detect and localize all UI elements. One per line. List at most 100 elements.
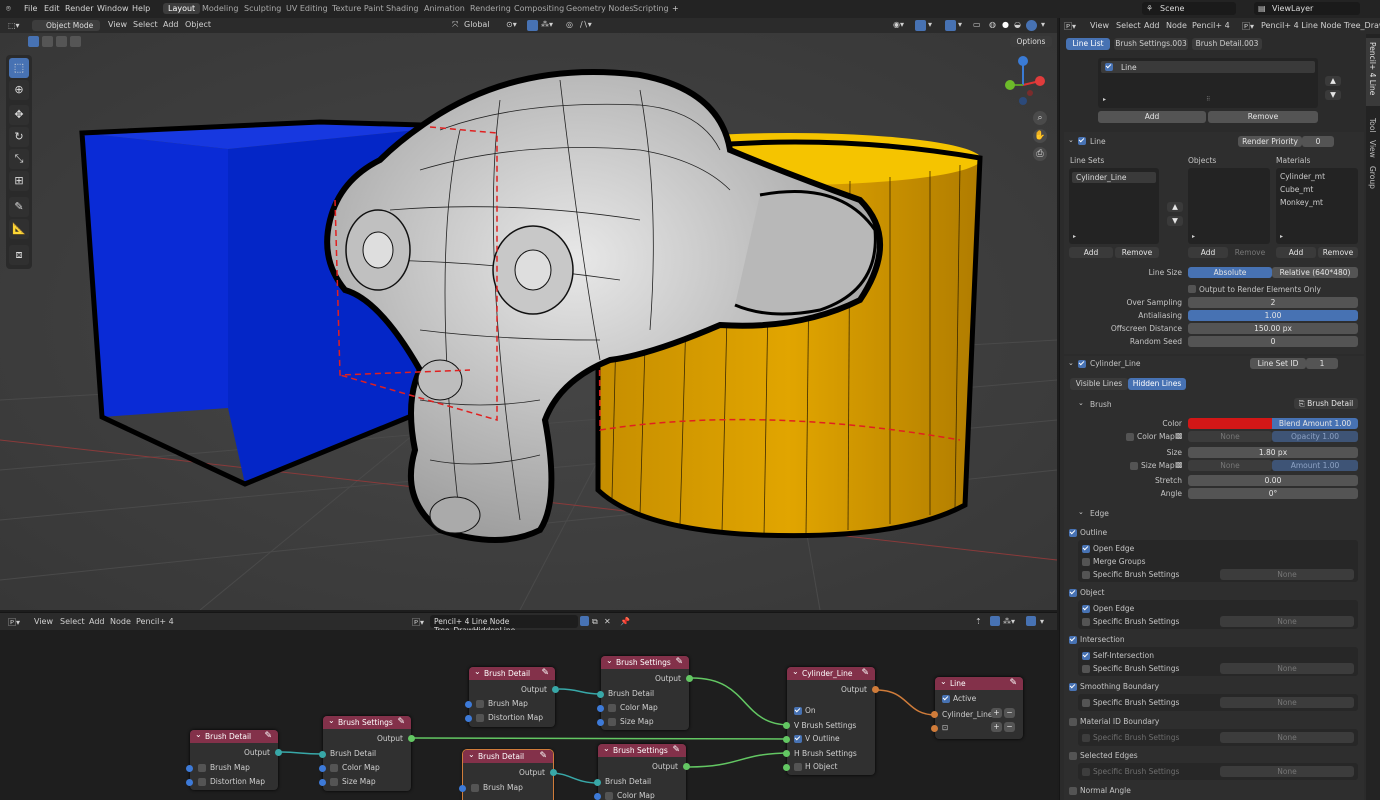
workspace-tab-layout[interactable]: Layout: [163, 3, 201, 14]
falloff-icon[interactable]: ∕∖▾: [580, 20, 592, 29]
output-socket[interactable]: [872, 686, 879, 693]
node-overlay-icon[interactable]: [1026, 616, 1036, 626]
object-checkbox[interactable]: [1069, 589, 1077, 597]
workspace-tab-modeling[interactable]: Modeling: [202, 4, 238, 13]
input-socket[interactable]: [597, 705, 604, 712]
input-socket[interactable]: [186, 765, 193, 772]
node-tree-selector[interactable]: Pencil+ 4 Line Node Tree_DrawHiddenLine: [430, 615, 578, 635]
intersection-brush-field[interactable]: None: [1220, 663, 1354, 674]
brush-collapse-icon[interactable]: ⌄: [1078, 399, 1084, 407]
menu-render[interactable]: Render: [65, 4, 93, 13]
node-cylinder-line[interactable]: Cylinder_Line ✎ Output On V Brush Setting…: [783, 665, 879, 775]
workspace-tab-animation[interactable]: Animation: [424, 4, 465, 13]
list-item[interactable]: Cylinder_mt: [1280, 172, 1325, 181]
tab-brush-detail[interactable]: Brush Detail.003: [1192, 38, 1262, 50]
gizmo-toggle-icon[interactable]: [915, 20, 926, 31]
props-menu-select[interactable]: Select: [1116, 21, 1141, 30]
input-socket[interactable]: [594, 793, 601, 800]
lineset-id-field[interactable]: 1: [1306, 358, 1338, 369]
props-menu-add[interactable]: Add: [1144, 21, 1160, 30]
transform-tool-icon[interactable]: ⊞: [9, 171, 29, 191]
remove-input-button[interactable]: −: [1004, 722, 1015, 732]
move-up-icon[interactable]: ▲: [1325, 76, 1341, 86]
intersection-specific-brush-checkbox[interactable]: [1082, 665, 1090, 673]
select-invert-icon[interactable]: [70, 36, 81, 47]
line-add-button[interactable]: Add: [1098, 111, 1206, 123]
node-menu-pencil[interactable]: Pencil+ 4: [136, 617, 174, 626]
output-socket[interactable]: [552, 686, 559, 693]
color-map-field[interactable]: None: [1188, 431, 1272, 442]
list-item[interactable]: Cube_mt: [1280, 185, 1313, 194]
input-socket[interactable]: [597, 691, 604, 698]
node-menu-view[interactable]: View: [34, 617, 53, 626]
smoothing-specific-brush-checkbox[interactable]: [1082, 699, 1090, 707]
select-extend-icon[interactable]: [42, 36, 53, 47]
objects-list[interactable]: ▸: [1188, 168, 1270, 244]
list-item[interactable]: Cylinder_Line: [1072, 172, 1156, 183]
node-menu-select[interactable]: Select: [60, 617, 85, 626]
edit-pen-icon[interactable]: ✎: [539, 750, 547, 763]
input-socket[interactable]: [459, 785, 466, 792]
zoom-icon[interactable]: ⌕: [1033, 111, 1047, 125]
color-map-checkbox[interactable]: [605, 792, 613, 800]
object-add-button[interactable]: Add: [1188, 247, 1228, 258]
object-remove-button[interactable]: Remove: [1230, 247, 1270, 258]
overlay-toggle-icon[interactable]: [945, 20, 956, 31]
list-item[interactable]: Monkey_mt: [1280, 198, 1323, 207]
select-mode-buttons[interactable]: [28, 36, 90, 47]
offscreen-distance-field[interactable]: 150.00 px: [1188, 323, 1358, 334]
input-socket[interactable]: [783, 764, 790, 771]
visibility-icon[interactable]: ◉▾: [893, 20, 904, 29]
edit-pen-icon[interactable]: ✎: [675, 656, 683, 669]
props-menu-pencil[interactable]: Pencil+ 4: [1192, 21, 1230, 30]
input-socket[interactable]: [783, 750, 790, 757]
workspace-tab-rendering[interactable]: Rendering: [470, 4, 511, 13]
outline-open-edge-checkbox[interactable]: [1082, 545, 1090, 553]
selected-edges-brush-field[interactable]: None: [1220, 766, 1354, 777]
h-object-checkbox[interactable]: [794, 763, 802, 771]
input-socket[interactable]: [319, 779, 326, 786]
overlay-dropdown-icon[interactable]: ▾: [958, 20, 962, 29]
size-map-checkbox[interactable]: [608, 718, 616, 726]
size-field[interactable]: 1.80 px: [1188, 447, 1358, 458]
lineset-remove-button[interactable]: Remove: [1115, 247, 1159, 258]
on-checkbox[interactable]: [794, 707, 802, 715]
input-socket[interactable]: [597, 719, 604, 726]
distortion-map-checkbox[interactable]: [198, 778, 206, 786]
edge-collapse-icon[interactable]: ⌄: [1078, 508, 1084, 516]
input-socket[interactable]: [319, 751, 326, 758]
props-tree-type-icon[interactable]: 🄿▾: [1242, 21, 1254, 32]
workspace-tab-uv-editing[interactable]: UV Editing: [286, 4, 328, 13]
line-sets-list[interactable]: Cylinder_Line ▸: [1069, 168, 1159, 244]
properties-type-icon[interactable]: 🄿▾: [1064, 21, 1076, 32]
node-menu-add[interactable]: Add: [89, 617, 105, 626]
pivot-icon[interactable]: ⊙▾: [506, 20, 517, 29]
annotate-tool-icon[interactable]: ✎: [9, 197, 29, 217]
selected-edges-checkbox[interactable]: [1069, 752, 1077, 760]
line-size-relative-option[interactable]: Relative (640*480): [1272, 267, 1358, 278]
select-box-tool-icon[interactable]: ⬚: [9, 58, 29, 78]
outline-specific-brush-checkbox[interactable]: [1082, 571, 1090, 579]
camera-view-icon[interactable]: ⎙: [1033, 147, 1047, 161]
line-enabled-checkbox[interactable]: [1105, 63, 1113, 71]
opacity-slider[interactable]: Opacity 1.00: [1272, 431, 1358, 442]
color-map-checkbox[interactable]: [330, 764, 338, 772]
select-subtract-icon[interactable]: [56, 36, 67, 47]
move-down-icon[interactable]: ▼: [1325, 90, 1341, 100]
snap-toggle-icon[interactable]: [527, 20, 538, 31]
viewport-menu-select[interactable]: Select: [133, 20, 158, 29]
scene-selector[interactable]: ⚘ Scene: [1142, 2, 1236, 15]
props-menu-node[interactable]: Node: [1166, 21, 1187, 30]
render-priority-field[interactable]: 0: [1302, 136, 1334, 147]
workspace-tab-shading[interactable]: Shading: [386, 4, 419, 13]
measure-tool-icon[interactable]: 📐: [9, 219, 29, 239]
workspace-tab-scripting[interactable]: Scripting: [633, 4, 669, 13]
color-swatch[interactable]: [1188, 418, 1272, 429]
menu-file[interactable]: File: [24, 4, 37, 13]
brush-detail-button[interactable]: ⎘ Brush Detail: [1294, 398, 1358, 409]
list-expand-icon[interactable]: ▸: [1073, 233, 1076, 240]
node-brush-settings-1[interactable]: Brush Settings ✎ Output Brush Detail Colo…: [319, 714, 415, 791]
gizmo-dropdown-icon[interactable]: ▾: [928, 20, 932, 29]
input-socket[interactable]: [783, 722, 790, 729]
output-socket[interactable]: [408, 735, 415, 742]
